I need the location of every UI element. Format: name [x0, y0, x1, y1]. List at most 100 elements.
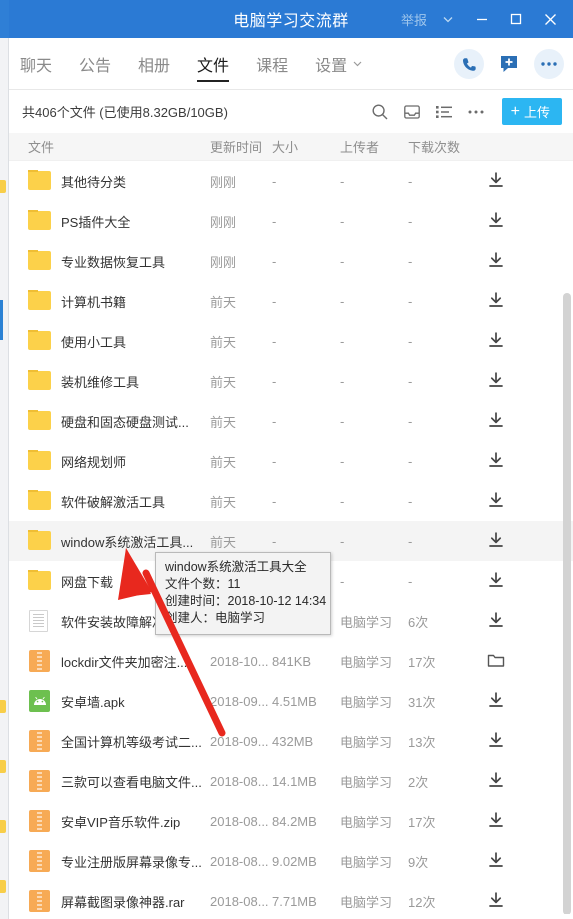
table-row[interactable]: 计算机书籍 前天 - - -	[9, 281, 573, 321]
download-icon[interactable]	[487, 811, 505, 831]
download-icon[interactable]	[487, 251, 505, 271]
more-options-icon[interactable]	[460, 90, 492, 133]
scrollbar-thumb[interactable]	[563, 293, 571, 914]
add-chat-icon[interactable]	[494, 49, 524, 79]
background-accent	[0, 300, 3, 340]
nav-tab-bar: 聊天 公告 相册 文件 课程 设置	[9, 38, 573, 90]
file-name: 使用小工具	[61, 334, 127, 350]
open-folder-icon[interactable]	[487, 652, 505, 671]
toolbar-actions: + 上传	[364, 90, 562, 133]
file-name: 屏幕截图录像神器.rar	[61, 894, 185, 910]
row-action	[470, 731, 573, 751]
tab-label: 课程	[256, 57, 289, 75]
row-action	[470, 171, 573, 191]
call-icon[interactable]	[454, 49, 484, 79]
file-table: 文件 更新时间 大小 上传者 下载次数 其他待分类 刚刚 - - - PS插件大全 刚刚 - -…	[9, 133, 573, 914]
row-action	[470, 331, 573, 351]
table-row[interactable]: 软件破解激活工具 前天 - - -	[9, 481, 573, 521]
table-row[interactable]: PS插件大全 刚刚 - - -	[9, 201, 573, 241]
download-icon[interactable]	[487, 451, 505, 471]
file-name: 专业数据恢复工具	[61, 254, 166, 270]
tab-files[interactable]: 文件	[197, 38, 230, 90]
download-icon[interactable]	[487, 331, 505, 351]
tab-announcement[interactable]: 公告	[79, 38, 111, 90]
file-uploader: -	[340, 173, 345, 189]
table-row[interactable]: 全国计算机等级考试二... 2018-09... 432MB 电脑学习 13次	[9, 721, 573, 761]
file-name: 安卓墙.apk	[61, 694, 125, 710]
table-row[interactable]: lockdir文件夹加密注... 2018-10... 841KB 电脑学习 17次	[9, 641, 573, 681]
row-action	[470, 652, 573, 671]
download-icon[interactable]	[487, 571, 505, 591]
file-time: 前天	[210, 414, 237, 430]
file-time: 2018-09...	[210, 733, 269, 749]
close-icon[interactable]	[533, 0, 573, 38]
table-row[interactable]: 屏幕截图录像神器.rar 2018-08... 7.71MB 电脑学习 12次	[9, 881, 573, 914]
download-icon[interactable]	[487, 171, 505, 191]
tab-settings[interactable]: 设置	[315, 38, 363, 90]
table-row[interactable]: 网络规划师 前天 - - -	[9, 441, 573, 481]
file-uploader: -	[340, 493, 345, 509]
tooltip-creator: 创建人：电脑学习	[165, 611, 266, 625]
chevron-down-icon[interactable]	[431, 0, 465, 38]
file-count-text: 共406个文件 (已使用8.32GB/10GB)	[22, 105, 228, 120]
tab-album[interactable]: 相册	[138, 38, 170, 90]
file-size: 4.51MB	[272, 693, 317, 709]
file-uploader: -	[340, 533, 345, 549]
table-row[interactable]: 装机维修工具 前天 - - -	[9, 361, 573, 401]
download-icon[interactable]	[487, 371, 505, 391]
file-uploader: -	[340, 453, 345, 469]
download-icon[interactable]	[487, 691, 505, 711]
file-time: 刚刚	[210, 254, 237, 270]
download-icon[interactable]	[487, 531, 505, 551]
download-icon[interactable]	[487, 211, 505, 231]
file-uploader: 电脑学习	[340, 774, 393, 790]
table-row[interactable]: 安卓VIP音乐软件.zip 2018-08... 84.2MB 电脑学习 17次	[9, 801, 573, 841]
file-size: 841KB	[272, 653, 312, 669]
file-downloads: -	[408, 373, 413, 389]
table-row[interactable]: 专业数据恢复工具 刚刚 - - -	[9, 241, 573, 281]
download-icon[interactable]	[487, 611, 505, 631]
file-uploader: 电脑学习	[340, 654, 393, 670]
file-size: -	[272, 493, 277, 509]
row-action	[470, 691, 573, 711]
file-downloads: -	[408, 253, 413, 269]
download-icon[interactable]	[487, 771, 505, 791]
maximize-icon[interactable]	[499, 0, 533, 38]
table-row[interactable]: 专业注册版屏幕录像专... 2018-08... 9.02MB 电脑学习 9次	[9, 841, 573, 881]
download-icon[interactable]	[487, 891, 505, 911]
file-time: 前天	[210, 294, 237, 310]
download-icon[interactable]	[487, 291, 505, 311]
file-time: 前天	[210, 454, 237, 470]
table-row[interactable]: 三款可以查看电脑文件... 2018-08... 14.1MB 电脑学习 2次	[9, 761, 573, 801]
file-time: 2018-10...	[210, 653, 269, 669]
file-downloads: -	[408, 213, 413, 229]
row-action	[470, 571, 573, 591]
search-icon[interactable]	[364, 90, 396, 133]
tab-course[interactable]: 课程	[256, 38, 288, 90]
minimize-icon[interactable]	[465, 0, 499, 38]
download-icon[interactable]	[487, 851, 505, 871]
file-name: 三款可以查看电脑文件...	[61, 774, 202, 790]
tab-chat[interactable]: 聊天	[20, 38, 52, 90]
main-window: 电脑学习交流群 举报 聊天 公告 相册 文件 课程 设置 共406个文件 (已使…	[9, 0, 573, 919]
upload-button[interactable]: + 上传	[501, 98, 562, 125]
table-row[interactable]: 安卓墙.apk 2018-09... 4.51MB 电脑学习 31次	[9, 681, 573, 721]
table-row[interactable]: 硬盘和固态硬盘测试... 前天 - - -	[9, 401, 573, 441]
more-icon[interactable]	[534, 49, 564, 79]
nav-action-buttons	[454, 38, 564, 90]
report-button[interactable]: 举报	[401, 10, 431, 29]
download-icon[interactable]	[487, 411, 505, 431]
download-icon[interactable]	[487, 731, 505, 751]
table-row[interactable]: 使用小工具 前天 - - -	[9, 321, 573, 361]
row-action	[470, 851, 573, 871]
qq-group-file-window: 电脑学习交流群 举报 聊天 公告 相册 文件 课程 设置 共406个文件 (已使…	[0, 0, 573, 919]
inbox-icon[interactable]	[396, 90, 428, 133]
vertical-scrollbar[interactable]	[563, 293, 571, 914]
file-time: 2018-08...	[210, 773, 269, 789]
list-view-icon[interactable]	[428, 90, 460, 133]
table-row[interactable]: 其他待分类 刚刚 - - -	[9, 161, 573, 201]
download-icon[interactable]	[487, 491, 505, 511]
tooltip-created-time: 创建时间：2018-10-12 14:34	[165, 594, 327, 608]
row-action	[470, 611, 573, 631]
file-size: -	[272, 413, 277, 429]
